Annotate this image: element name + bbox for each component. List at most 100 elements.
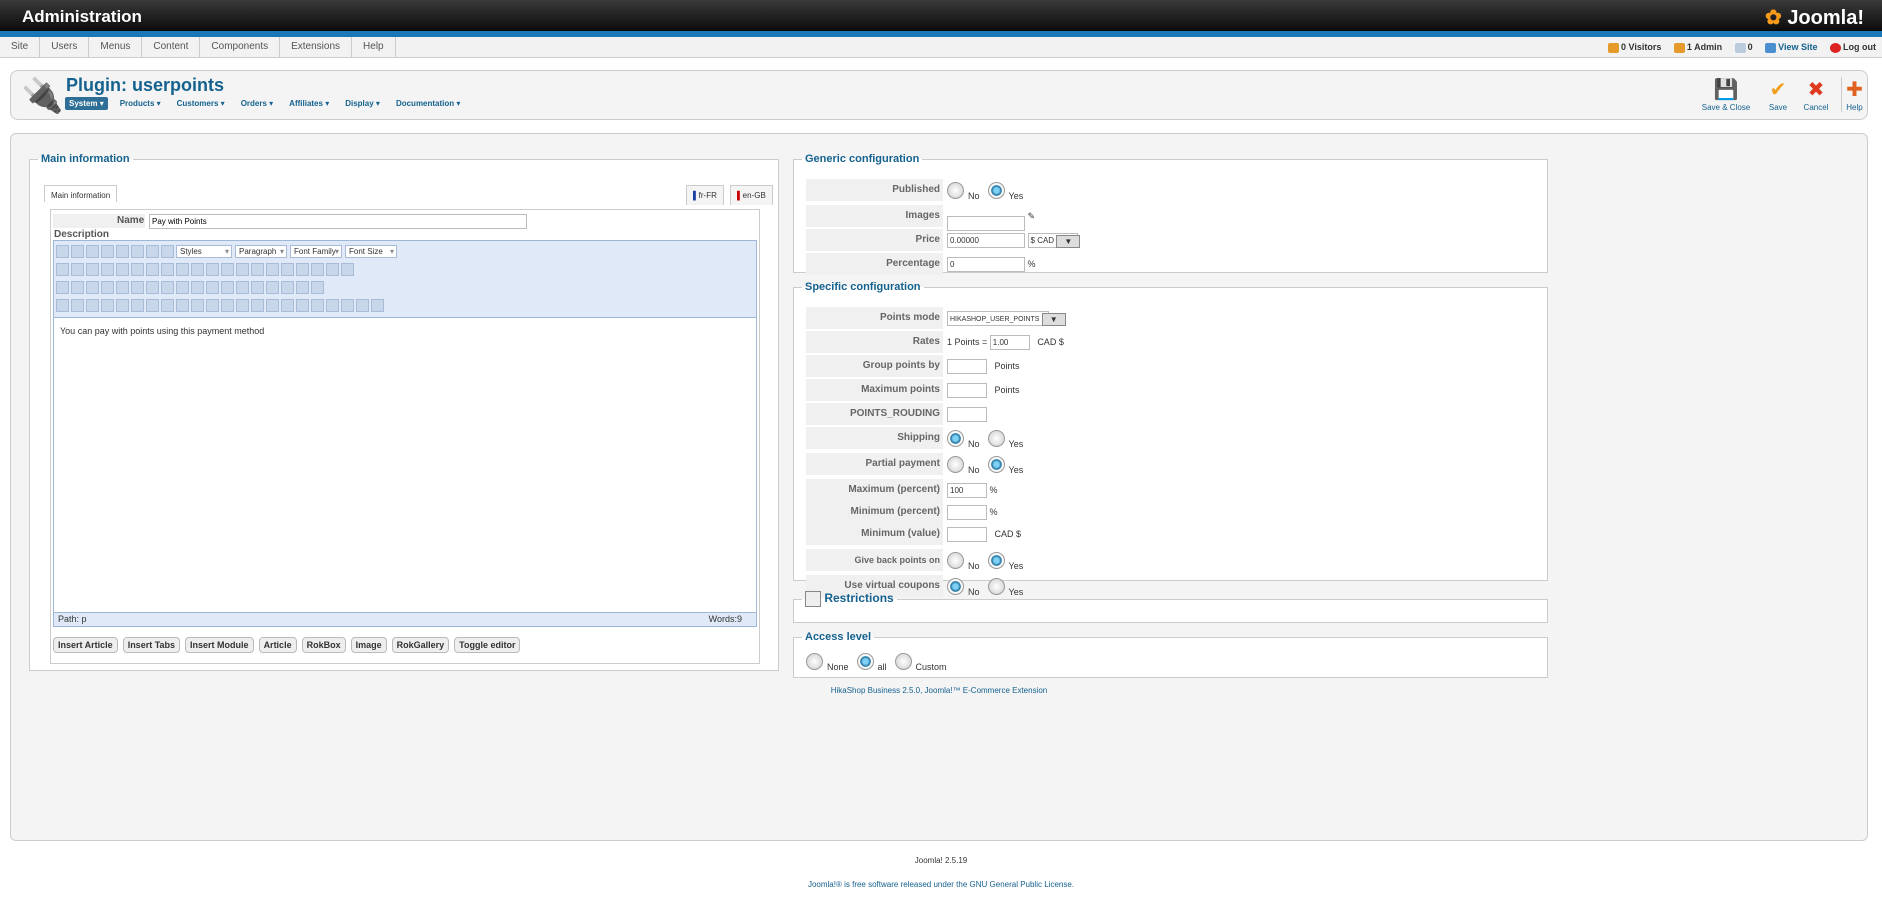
tab-fr-fr[interactable]: ▌fr-FR [686,185,724,205]
hikashop-credit[interactable]: HikaShop Business 2.5.0, Joomla!™ E-Comm… [11,686,1867,695]
minimum-value-input[interactable] [947,527,987,543]
percentage-input[interactable]: 0 [947,257,1025,273]
row-icon[interactable] [161,280,174,294]
align-left-icon[interactable] [116,244,129,258]
split-icon[interactable] [101,280,114,294]
price-input[interactable]: 0.00000 [947,233,1025,249]
currency-select[interactable]: $ CAD ▼ [1027,233,1081,249]
menu-users[interactable]: Users [40,37,90,57]
anchor-icon[interactable] [206,262,219,276]
pencil-icon[interactable]: ✎ [1028,211,1036,221]
submenu-products[interactable]: Products ▾ [116,97,165,110]
cleanup-icon[interactable] [236,262,249,276]
rokgallery-button[interactable]: RokGallery [391,637,450,653]
bold-icon[interactable] [56,244,69,258]
delete-row-icon[interactable] [86,280,99,294]
menu-help[interactable]: Help [352,37,396,57]
indent-icon[interactable] [131,262,144,276]
undo-icon[interactable] [146,262,159,276]
template-icon[interactable] [371,298,384,312]
cancel-button[interactable]: ✖ Cancel [1799,77,1833,112]
minimum-percent-input[interactable] [947,505,987,521]
hr-icon[interactable] [206,280,219,294]
maximum-percent-input[interactable]: 100 [947,483,987,499]
superscript-icon[interactable] [266,280,279,294]
access-all-radio[interactable] [856,653,874,670]
eraser-icon[interactable] [221,280,234,294]
published-yes-radio[interactable] [987,182,1005,200]
submenu-affiliates[interactable]: Affiliates ▾ [285,97,333,110]
save-button[interactable]: ✔ Save [1763,77,1793,112]
ins-icon[interactable] [281,298,294,312]
submenu-orders[interactable]: Orders ▾ [237,97,277,110]
cite-icon[interactable] [221,298,234,312]
bullet-list-icon[interactable] [86,262,99,276]
rates-input[interactable]: 1.00 [989,335,1030,351]
shipping-yes-radio[interactable] [987,430,1005,448]
link-icon[interactable] [176,262,189,276]
align-right-icon[interactable] [146,244,159,258]
editor-select-font-family[interactable]: Font Family [290,244,342,258]
toggle-editor-button[interactable]: Toggle editor [454,637,521,653]
cut-icon[interactable] [56,298,69,312]
preview-icon[interactable] [326,298,339,312]
insert-layer-icon[interactable] [191,298,204,312]
admin-status[interactable]: 1 Admin [1673,42,1722,53]
media-icon[interactable] [296,280,309,294]
access-custom-radio[interactable] [894,653,912,670]
submenu-system[interactable]: System ▾ [65,97,108,110]
nonbreaking-icon[interactable] [341,298,354,312]
menu-menus[interactable]: Menus [89,37,143,57]
points-rounding-input[interactable] [947,407,987,423]
submenu-documentation[interactable]: Documentation ▾ [392,97,464,110]
html-icon[interactable] [266,262,279,276]
partial-payment-yes-radio[interactable] [987,456,1005,474]
help-button[interactable]: ✚ Help [1841,77,1867,112]
layer-fwd-icon[interactable] [176,298,189,312]
underline-icon[interactable] [86,244,99,258]
table-icon[interactable] [176,280,189,294]
editor-select-styles[interactable]: Styles [176,244,232,258]
group-points-input[interactable] [947,359,987,375]
abbr-icon[interactable] [236,298,249,312]
time-icon[interactable] [296,262,309,276]
fullscreen-icon[interactable] [341,262,354,276]
redo-icon[interactable] [161,262,174,276]
pagebreak-icon[interactable] [311,280,324,294]
insert-article-button[interactable]: Insert Article [53,637,118,653]
name-input[interactable] [149,214,527,229]
image-button[interactable]: Image [350,637,387,653]
special-char-icon[interactable] [281,280,294,294]
editor-content[interactable]: You can pay with points using this payme… [54,318,756,344]
submenu-customers[interactable]: Customers ▾ [173,97,229,110]
menu-components[interactable]: Components [200,37,281,57]
unlink-icon[interactable] [191,262,204,276]
insert-tabs-button[interactable]: Insert Tabs [122,637,181,653]
help-icon[interactable] [251,262,264,276]
view-site-link[interactable]: View Site [1765,42,1817,53]
menu-extensions[interactable]: Extensions [280,37,353,57]
submenu-display[interactable]: Display ▾ [341,97,384,110]
logout-link[interactable]: Log out [1830,42,1876,53]
menu-site[interactable]: Site [0,37,41,57]
maximum-points-input[interactable] [947,383,987,399]
replace-icon[interactable] [71,262,84,276]
messages-status[interactable]: 0 [1734,42,1753,53]
rokbox-button[interactable]: RokBox [301,637,346,653]
restrictions-legend[interactable]: Restrictions [802,591,897,607]
gpl-link[interactable]: GNU General Public License. [970,880,1075,889]
partial-payment-no-radio[interactable] [947,456,964,474]
cell-icon[interactable] [131,280,144,294]
tab-main-information[interactable]: Main information [44,185,118,202]
give-back-points-no-radio[interactable] [947,552,964,570]
insert-module-button[interactable]: Insert Module [185,637,254,653]
highlight-icon[interactable] [326,262,339,276]
edit-icon[interactable] [56,280,69,294]
save-close-button[interactable]: 💾 Save & Close [1701,77,1751,112]
tab-en-gb[interactable]: ▌en-GB [730,185,773,205]
copy-icon[interactable] [71,298,84,312]
visitors-status[interactable]: 0 Visitors [1608,42,1661,53]
pilcrow-icon[interactable] [311,298,324,312]
strikethrough-icon[interactable] [101,244,114,258]
image-icon[interactable] [221,262,234,276]
